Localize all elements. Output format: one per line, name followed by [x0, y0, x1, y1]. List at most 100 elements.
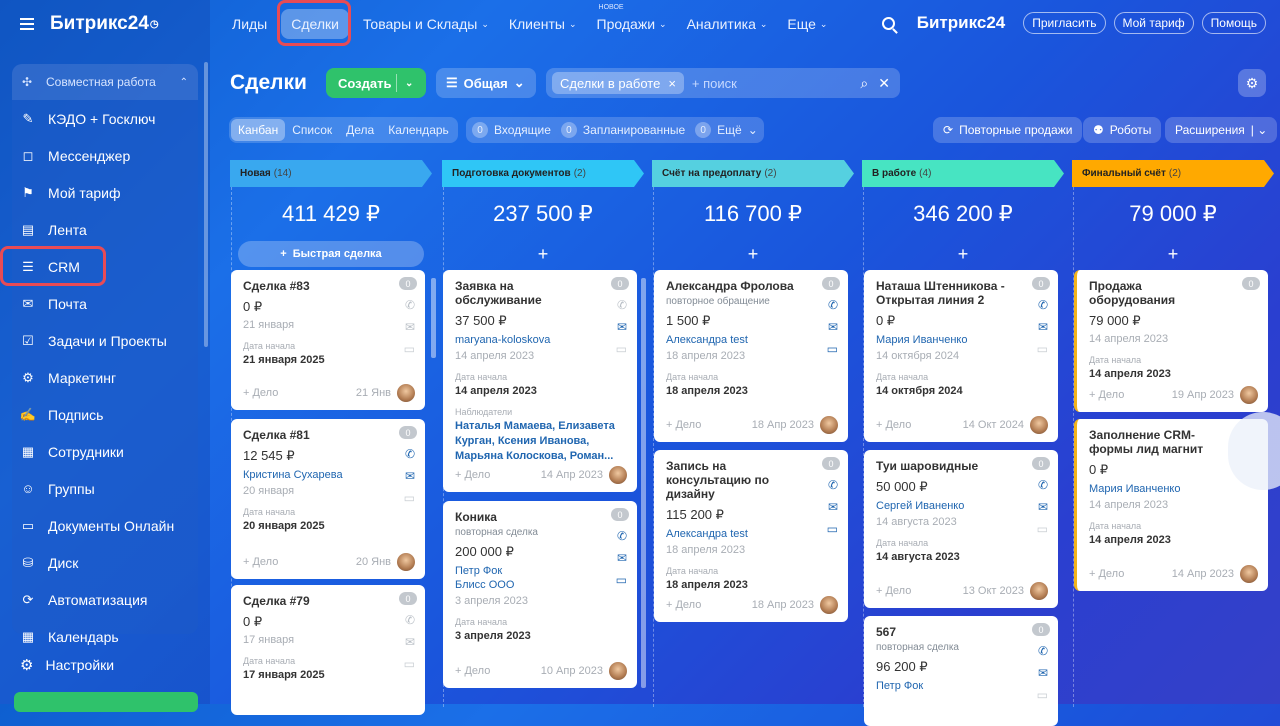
search-filter-box[interactable]: Сделки в работе × + поиск ⌕ ✕: [546, 68, 900, 98]
mail-icon[interactable]: ✉: [1038, 500, 1048, 514]
sidebar-item-2[interactable]: ⚑ Мой тариф: [12, 174, 198, 211]
tariff-button[interactable]: Мой тариф: [1113, 12, 1194, 34]
create-button[interactable]: Создать ⌄: [326, 68, 426, 98]
deal-card[interactable]: 0 Наташа Штенникова - Открытая линия 2 0…: [864, 270, 1058, 442]
mail-icon[interactable]: ✉: [1038, 666, 1048, 680]
sidebar-section-collab[interactable]: ✣ Совместная работа ⌃: [12, 64, 198, 100]
avatar[interactable]: [609, 662, 627, 680]
stage-header[interactable]: В работе (4): [862, 160, 1064, 187]
phone-icon[interactable]: ✆: [405, 447, 415, 461]
contact-link[interactable]: maryana-koloskova: [455, 334, 625, 346]
chat-icon[interactable]: ▭: [1037, 342, 1048, 356]
chat-icon[interactable]: ▭: [616, 573, 627, 587]
sidebar-item-13[interactable]: ⟳ Автоматизация: [12, 581, 198, 618]
sidebar-item-12[interactable]: ⛁ Диск: [12, 544, 198, 581]
contact-link[interactable]: Александра test: [666, 334, 836, 346]
mail-icon[interactable]: ✉: [1038, 320, 1048, 334]
add-activity-link[interactable]: + Дело: [876, 585, 911, 597]
view-tab-1[interactable]: Список: [285, 119, 339, 141]
phone-icon[interactable]: ✆: [1038, 298, 1048, 312]
contact-link[interactable]: Мария Иванченко: [1089, 483, 1256, 495]
chat-icon[interactable]: ▭: [404, 342, 415, 356]
contact-link[interactable]: Кристина Сухарева: [243, 469, 413, 481]
chat-icon[interactable]: ▭: [1037, 522, 1048, 536]
chevron-down-icon[interactable]: | ⌄: [1251, 123, 1268, 137]
deal-title[interactable]: Продажа оборудования: [1089, 279, 1256, 307]
view-tab-2[interactable]: Дела: [339, 119, 381, 141]
deal-title[interactable]: Александра Фролова: [666, 279, 836, 293]
sidebar-item-11[interactable]: ▭ Документы Онлайн: [12, 507, 198, 544]
nav-6[interactable]: Еще ⌄: [777, 16, 837, 32]
counter-0[interactable]: 0 Входящие: [472, 122, 551, 138]
counter-2[interactable]: 0 Ещё ⌄: [695, 122, 758, 138]
column-scrollbar[interactable]: [641, 278, 646, 688]
add-activity-link[interactable]: + Дело: [666, 599, 701, 611]
add-deal-plus-icon[interactable]: +: [1072, 241, 1274, 267]
add-activity-link[interactable]: + Дело: [1089, 568, 1124, 580]
chevron-down-icon[interactable]: ⌄: [748, 123, 758, 137]
avatar[interactable]: [1240, 565, 1258, 583]
phone-icon[interactable]: ✆: [828, 478, 838, 492]
phone-icon[interactable]: ✆: [617, 298, 627, 312]
company-link[interactable]: Блисс ООО: [455, 579, 625, 591]
deal-title[interactable]: 567: [876, 625, 1046, 639]
deal-card[interactable]: 0 Сделка #83 0 ₽ 21 января Дата начала 2…: [231, 270, 425, 410]
deal-card[interactable]: 0 Заявка на обслуживание 37 500 ₽ maryan…: [443, 270, 637, 492]
deal-card[interactable]: 0 567 повторная сделка 96 200 ₽ Петр Фок…: [864, 616, 1058, 726]
sidebar-item-0[interactable]: ✎ КЭДО + Госключ: [12, 100, 198, 137]
bottom-action-button[interactable]: [14, 692, 198, 712]
stage-header[interactable]: Счёт на предоплату (2): [652, 160, 854, 187]
contact-link[interactable]: Сергей Иваненко: [876, 500, 1046, 512]
stage-header[interactable]: Финальный счёт (2): [1072, 160, 1274, 187]
stage-header[interactable]: Новая (14): [230, 160, 432, 187]
avatar[interactable]: [609, 466, 627, 484]
add-activity-link[interactable]: + Дело: [455, 665, 490, 677]
deal-title[interactable]: Сделка #79: [243, 594, 413, 608]
quick-deal-button[interactable]: + Быстрая сделка: [238, 241, 424, 267]
help-button[interactable]: Помощь: [1201, 12, 1266, 34]
avatar[interactable]: [397, 553, 415, 571]
sidebar-item-14[interactable]: ▦ Календарь: [12, 618, 198, 655]
deal-title[interactable]: Заявка на обслуживание: [455, 279, 625, 307]
phone-icon[interactable]: ✆: [405, 613, 415, 627]
search-input[interactable]: + поиск: [692, 76, 737, 91]
chevron-down-icon[interactable]: ⌄: [405, 78, 413, 89]
sidebar-item-1[interactable]: ◻ Мессенджер: [12, 137, 198, 174]
sidebar-scrollbar[interactable]: [204, 62, 208, 347]
contact-link[interactable]: Мария Иванченко: [876, 334, 1046, 346]
sidebar-item-settings[interactable]: ⚙ Настройки: [20, 656, 114, 674]
mail-icon[interactable]: ✉: [617, 551, 627, 565]
deal-title[interactable]: Коника: [455, 510, 625, 524]
deal-card[interactable]: 0 Сделка #79 0 ₽ 17 января Дата начала 1…: [231, 585, 425, 715]
sidebar-item-8[interactable]: ✍ Подпись: [12, 396, 198, 433]
search-icon[interactable]: ⌕: [860, 75, 868, 92]
mail-icon[interactable]: ✉: [828, 320, 838, 334]
contact-link[interactable]: Александра test: [666, 528, 836, 540]
sidebar-item-7[interactable]: ⚙ Маркетинг: [12, 359, 198, 396]
menu-burger-icon[interactable]: [20, 18, 34, 30]
add-activity-link[interactable]: + Дело: [876, 419, 911, 431]
chat-icon[interactable]: ▭: [827, 342, 838, 356]
avatar[interactable]: [1030, 582, 1048, 600]
settings-gear-button[interactable]: ⚙: [1238, 69, 1266, 97]
observers-list[interactable]: Наталья Мамаева, Елизавета Курган, Ксени…: [455, 419, 625, 464]
column-scrollbar[interactable]: [431, 278, 436, 358]
sidebar-item-5[interactable]: ✉ Почта: [12, 285, 198, 322]
add-activity-link[interactable]: + Дело: [455, 469, 490, 481]
nav-4[interactable]: Продажи ⌄ НОВОЕ: [587, 4, 677, 32]
phone-icon[interactable]: ✆: [828, 298, 838, 312]
deal-title[interactable]: Сделка #81: [243, 428, 413, 442]
phone-icon[interactable]: ✆: [617, 529, 627, 543]
nav-0[interactable]: Лиды: [222, 16, 277, 32]
chat-icon[interactable]: ▭: [616, 342, 627, 356]
deal-title[interactable]: Наташа Штенникова - Открытая линия 2: [876, 279, 1046, 307]
sidebar-item-10[interactable]: ☺ Группы: [12, 470, 198, 507]
add-deal-plus-icon[interactable]: +: [862, 241, 1064, 267]
close-icon[interactable]: ×: [668, 76, 676, 91]
extensions-button[interactable]: Расширения | ⌄: [1165, 117, 1278, 143]
repeat-sales-button[interactable]: ⟳ Повторные продажи: [933, 117, 1083, 143]
avatar[interactable]: [1030, 416, 1048, 434]
counter-1[interactable]: 0 Запланированные: [560, 122, 685, 138]
sidebar-item-9[interactable]: ▦ Сотрудники: [12, 433, 198, 470]
view-tab-0[interactable]: Канбан: [231, 119, 286, 141]
